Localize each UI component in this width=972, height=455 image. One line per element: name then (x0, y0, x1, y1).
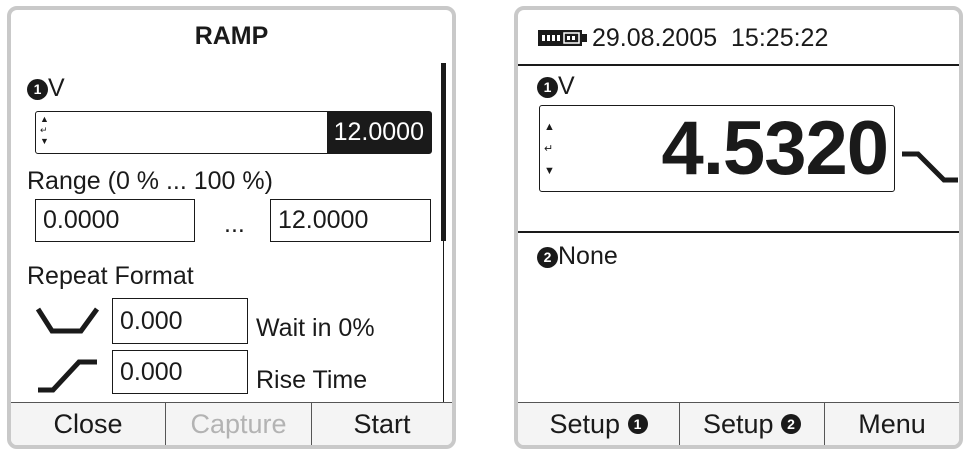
close-button[interactable]: Close (11, 403, 166, 445)
setup1-label: Setup (549, 408, 621, 439)
spin-arrows-icon: ▲ ↵ ▼ (40, 114, 49, 146)
range-separator: ... (224, 210, 245, 238)
channel1-label: 1V (537, 72, 575, 101)
channel-number-badge: 1 (27, 79, 48, 100)
status-divider (518, 64, 959, 66)
ramp-settings-screen: RAMP 1V ▲ ↵ ▼ 12.0000 Range (0 % ... 100 %… (7, 6, 456, 449)
channel2-number-badge: 2 (537, 247, 558, 268)
setup2-label: Setup (702, 408, 774, 439)
trend-down-icon (902, 151, 958, 183)
section-divider (518, 231, 959, 233)
wait-time-field[interactable]: 0.000 (112, 298, 248, 344)
battery-icon (538, 30, 587, 46)
channel2-label: 2 None (537, 242, 618, 271)
wait-ramp-icon (35, 307, 100, 334)
start-button[interactable]: Start (312, 403, 452, 445)
measurement-screen: 29.08.2005 15:25:22 1V ▲ ↵ ▼ 4.5320 2 None … (514, 6, 963, 449)
rise-label: Rise Time (256, 366, 368, 394)
status-time: 15:25:22 (731, 24, 829, 52)
wait-label: Wait in 0% (256, 314, 375, 342)
softkey-bar: Setup 1 Setup 2 Menu (518, 402, 959, 445)
channel-label: 1V (27, 74, 65, 103)
setup2-button[interactable]: Setup 2 (680, 403, 825, 445)
menu-button[interactable]: Menu (825, 403, 959, 445)
channel1-number-badge: 1 (537, 77, 558, 98)
measured-value: 4.5320 (661, 106, 889, 191)
spin-arrows-icon: ▲ ↵ ▼ (544, 121, 555, 177)
channel1-unit: V (558, 72, 575, 100)
channel2-value: None (558, 242, 618, 270)
range-low-field[interactable]: 0.0000 (35, 199, 195, 242)
status-datetime: 29.08.2005 15:25:22 (592, 24, 828, 53)
setup2-number-badge: 2 (781, 414, 802, 434)
repeat-format-label: Repeat Format (27, 262, 194, 290)
rise-time-field[interactable]: 0.000 (112, 350, 248, 394)
softkey-bar: Close Capture Start (11, 402, 452, 445)
range-high-field[interactable]: 12.0000 (270, 199, 431, 242)
rise-ramp-icon (38, 359, 97, 393)
range-label: Range (0 % ... 100 %) (27, 167, 273, 195)
capture-button[interactable]: Capture (166, 403, 312, 445)
status-date: 29.08.2005 (592, 24, 718, 52)
reading-display[interactable]: ▲ ↵ ▼ 4.5320 (539, 105, 895, 192)
value-field-selected[interactable]: 12.0000 (326, 112, 431, 153)
setup1-button[interactable]: Setup 1 (518, 403, 680, 445)
setup1-number-badge: 1 (627, 414, 648, 434)
screen-title: RAMP (194, 22, 269, 50)
value-spinner[interactable]: ▲ ↵ ▼ 12.0000 (35, 111, 432, 154)
channel-unit: V (48, 74, 65, 102)
scrollbar-thumb[interactable] (441, 63, 446, 241)
